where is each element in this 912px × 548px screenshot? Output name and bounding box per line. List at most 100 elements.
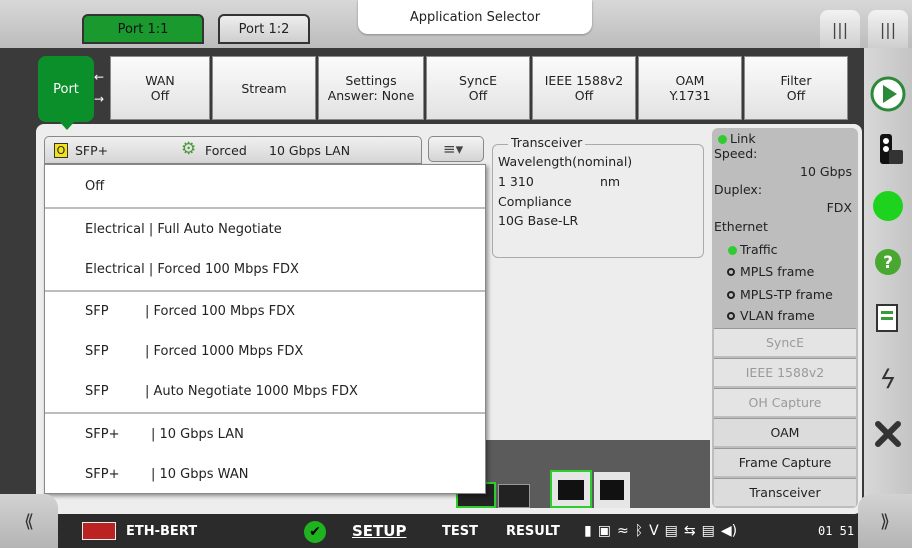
pointer-arrow-icon <box>58 120 76 130</box>
test-tab[interactable]: TEST <box>442 520 478 542</box>
vlan-label: VLAN frame <box>740 308 815 323</box>
tab-stream[interactable]: Stream <box>212 56 316 120</box>
menu-option[interactable]: Electrical | Forced 100 Mbps FDX <box>45 249 485 289</box>
option-text: | Forced 1000 Mbps FDX <box>145 343 304 359</box>
v-icon: V <box>649 523 659 539</box>
clock-display: 01 51 <box>818 524 855 538</box>
option-text: | Auto Negotiate 1000 Mbps FDX <box>145 383 358 399</box>
option-prefix: SFP+ <box>85 426 120 442</box>
traffic-label: Traffic <box>740 242 778 257</box>
duplex-label: Duplex: <box>714 182 763 197</box>
traffic-light-icon[interactable] <box>868 130 908 170</box>
sidebar-grip-icon[interactable]: ||| <box>868 10 908 48</box>
tab-wan-title: WAN <box>145 73 175 88</box>
start-icon[interactable] <box>868 74 908 114</box>
panel-grip-icon[interactable]: ||| <box>820 10 860 48</box>
close-icon[interactable] <box>868 414 908 454</box>
menu-option[interactable]: Electrical | Full Auto Negotiate <box>45 209 485 249</box>
application-selector-button[interactable]: Application Selector <box>358 0 592 34</box>
traffic-led-icon <box>728 246 737 255</box>
link-led-icon <box>718 135 727 144</box>
bluetooth-icon: ᛒ <box>634 523 644 539</box>
menu-option[interactable]: Off <box>45 166 485 206</box>
app-name: ETH-BERT <box>126 523 198 539</box>
menu-option[interactable]: SFP+ | 10 Gbps WAN <box>45 454 485 494</box>
oh-capture-button: OH Capture <box>714 388 856 416</box>
compliance-value: 10G Base-LR <box>498 213 579 228</box>
interface-select[interactable]: O SFP+ ⚙ Forced 10 Gbps LAN <box>44 136 422 164</box>
rj45-socket <box>558 480 584 500</box>
transceiver-legend: Transceiver <box>508 135 586 150</box>
ethernet-label: Ethernet <box>714 219 768 234</box>
port-tab-1-2[interactable]: Port 1:2 <box>218 14 310 44</box>
sfp-port-icon <box>498 484 530 508</box>
status-led-icon[interactable] <box>868 186 908 226</box>
tab-oam-state: Y.1731 <box>669 88 711 103</box>
interface-rate: 10 Gbps LAN <box>269 143 351 158</box>
option-prefix: SFP <box>85 303 109 319</box>
double-chevron-left-icon: ⟪ <box>23 510 34 532</box>
collapse-right-button[interactable]: ⟫ <box>858 494 912 548</box>
interface-type: SFP+ <box>75 143 109 158</box>
tab-filter-state: Off <box>786 88 806 103</box>
transceiver-button[interactable]: Transceiver <box>714 478 856 506</box>
sfp-status-badge: O <box>54 143 68 158</box>
tab-filter[interactable]: Filter Off <box>744 56 848 120</box>
wifi-icon: ≈ <box>616 523 629 539</box>
checkmark-icon: ✔ <box>304 521 326 543</box>
tab-stream-label: Stream <box>241 80 287 96</box>
oam-button[interactable]: OAM <box>714 418 856 446</box>
menu-option[interactable]: SFP | Forced 100 Mbps FDX <box>45 291 485 331</box>
option-text: Electrical | Forced 100 Mbps FDX <box>85 261 299 277</box>
screen-icon: ▤ <box>664 523 678 539</box>
speed-label: Speed: <box>714 146 758 161</box>
tab-synce-state: Off <box>468 88 488 103</box>
option-prefix: SFP <box>85 383 109 399</box>
mpls-label: MPLS frame <box>740 264 815 279</box>
vlan-indicator-icon <box>727 312 735 320</box>
tab-wan[interactable]: WAN Off <box>110 56 210 120</box>
setup-tab[interactable]: SETUP <box>352 520 406 542</box>
ieee-1588-status-button: IEEE 1588v2 <box>714 358 856 386</box>
wavelength-value: 1 310 <box>498 174 534 189</box>
interface-mode: Forced <box>205 143 247 158</box>
collapse-left-button[interactable]: ⟪ <box>0 494 58 548</box>
tab-settings[interactable]: Settings Answer: None <box>318 56 424 120</box>
svg-text:?: ? <box>883 253 893 273</box>
wavelength-unit: nm <box>600 174 621 189</box>
tab-ieee-1588[interactable]: IEEE 1588v2 Off <box>532 56 636 120</box>
power-icon: ▮ <box>584 523 592 539</box>
tab-settings-state: Answer: None <box>327 88 415 103</box>
report-icon[interactable] <box>868 298 908 338</box>
option-prefix: SFP+ <box>85 466 120 482</box>
tab-synce-title: SyncE <box>458 73 498 88</box>
mpls-tp-label: MPLS-TP frame <box>740 287 833 302</box>
list-menu-icon: ≡▾ <box>443 140 464 158</box>
speaker-icon: ◀) <box>720 523 738 539</box>
tab-oam-title: OAM <box>675 73 705 88</box>
menu-option[interactable]: SFP | Forced 1000 Mbps FDX <box>45 331 485 371</box>
menu-option[interactable]: SFP | Auto Negotiate 1000 Mbps FDX <box>45 371 485 411</box>
link-label: Link <box>730 131 756 146</box>
error-injection-icon[interactable]: ϟ <box>868 360 908 400</box>
tab-oam[interactable]: OAM Y.1731 <box>638 56 742 120</box>
tab-port[interactable]: Port <box>38 56 94 122</box>
result-tab[interactable]: RESULT <box>506 520 560 542</box>
menu-dropdown-button[interactable]: ≡▾ <box>428 136 484 162</box>
right-sidebar <box>864 48 912 526</box>
help-icon[interactable]: ? <box>868 242 908 282</box>
arrow-icon: ← → <box>94 70 105 106</box>
menu-option[interactable]: SFP+ | 10 Gbps LAN <box>45 414 485 454</box>
port-tab-1-1[interactable]: Port 1:1 <box>82 14 204 44</box>
option-prefix: SFP <box>85 343 109 359</box>
tab-synce[interactable]: SyncE Off <box>426 56 530 120</box>
app-icon <box>82 522 116 540</box>
option-text: Electrical | Full Auto Negotiate <box>85 221 282 237</box>
synce-status-button: SyncE <box>714 328 856 356</box>
frame-capture-button[interactable]: Frame Capture <box>714 448 856 476</box>
rj45-socket <box>600 480 624 500</box>
speed-value: 10 Gbps <box>800 164 852 179</box>
mpls-indicator-icon <box>727 268 735 276</box>
status-tray-icons: ▮ ▣ ≈ ᛒ V ▤ ⇆ ▤ ◀) <box>584 520 820 542</box>
duplex-value: FDX <box>826 200 852 215</box>
